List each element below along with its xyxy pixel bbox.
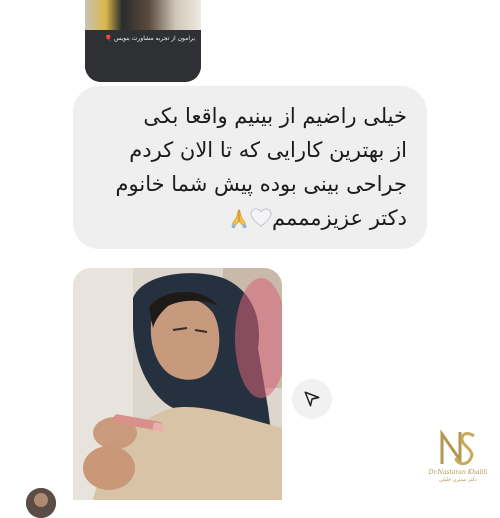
watermark-subtitle: دکتر نسترن خلیلی	[439, 477, 477, 483]
message-line-last: دکتر عزیزمممم	[87, 201, 407, 235]
story-reply-card[interactable]: برامون از تجربه مشاورت بنویس 🎈	[85, 0, 201, 82]
story-caption: برامون از تجربه مشاورت بنویس 🎈	[104, 35, 195, 42]
folded-hands-icon	[231, 209, 247, 229]
message-line: جراحی بینی بوده پیش شما خانوم	[115, 172, 408, 196]
share-arrow-icon	[304, 391, 320, 407]
avatar-image	[26, 488, 56, 518]
watermark-name: Dr.Nastaran Khalili	[428, 469, 488, 476]
message-text: خیلی راضیم از بینیم واقعا بکی از بهترین …	[87, 99, 408, 235]
message-line: دکتر عزیزمممم	[271, 206, 407, 230]
logo-monogram-icon	[440, 429, 475, 466]
photo-message[interactable]	[73, 268, 282, 500]
watermark-logo: Dr.Nastaran Khalili دکتر نسترن خلیلی	[428, 428, 488, 492]
message-line: از بهترین کارایی که تا الان کردم	[129, 138, 407, 162]
message-line: خیلی راضیم از بینیم واقعا بکی	[143, 104, 407, 128]
share-button[interactable]	[292, 379, 332, 419]
white-heart-icon	[250, 208, 272, 227]
story-thumbnail-image	[85, 0, 201, 30]
message-bubble[interactable]: خیلی راضیم از بینیم واقعا بکی از بهترین …	[73, 86, 427, 249]
avatar[interactable]	[26, 488, 56, 518]
photo-message-image	[73, 268, 282, 500]
